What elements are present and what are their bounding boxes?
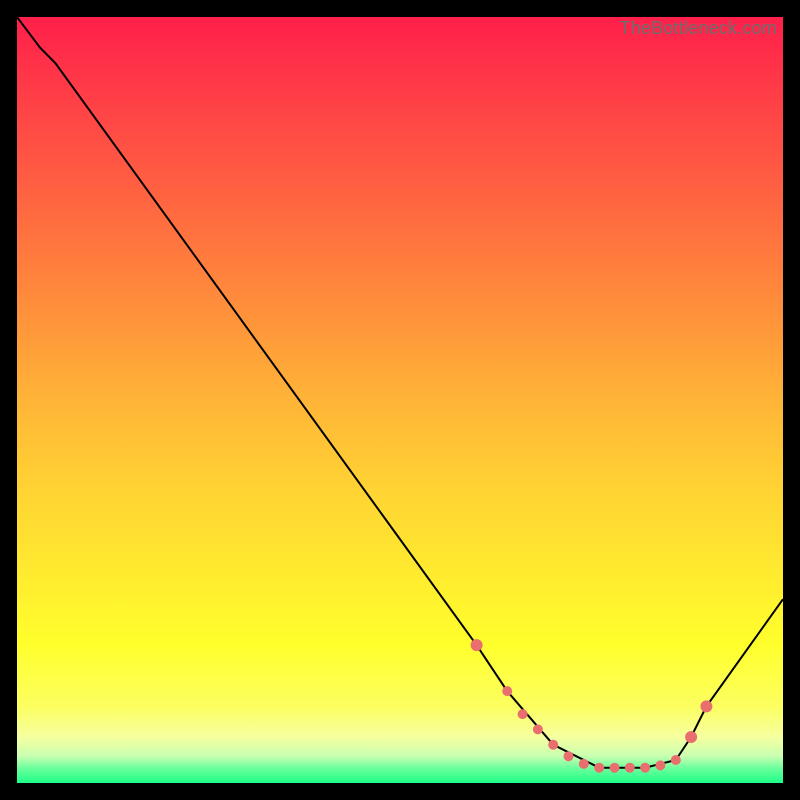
watermark-text: TheBottleneck.com (620, 18, 777, 39)
marker-point (471, 639, 483, 651)
marker-point (533, 724, 543, 734)
marker-point (564, 751, 574, 761)
marker-point (502, 686, 512, 696)
marker-point (610, 763, 620, 773)
marker-point (548, 740, 558, 750)
chart-plot-area: TheBottleneck.com (17, 17, 783, 783)
chart-svg (17, 17, 783, 783)
marker-point (625, 763, 635, 773)
marker-point (518, 709, 528, 719)
marker-point (700, 700, 712, 712)
bottleneck-curve-path (17, 17, 783, 768)
chart-stage: TheBottleneck.com (0, 0, 800, 800)
marker-group (471, 639, 713, 773)
marker-point (655, 760, 665, 770)
marker-point (671, 755, 681, 765)
marker-point (640, 763, 650, 773)
marker-point (594, 763, 604, 773)
marker-point (685, 731, 697, 743)
marker-point (579, 759, 589, 769)
